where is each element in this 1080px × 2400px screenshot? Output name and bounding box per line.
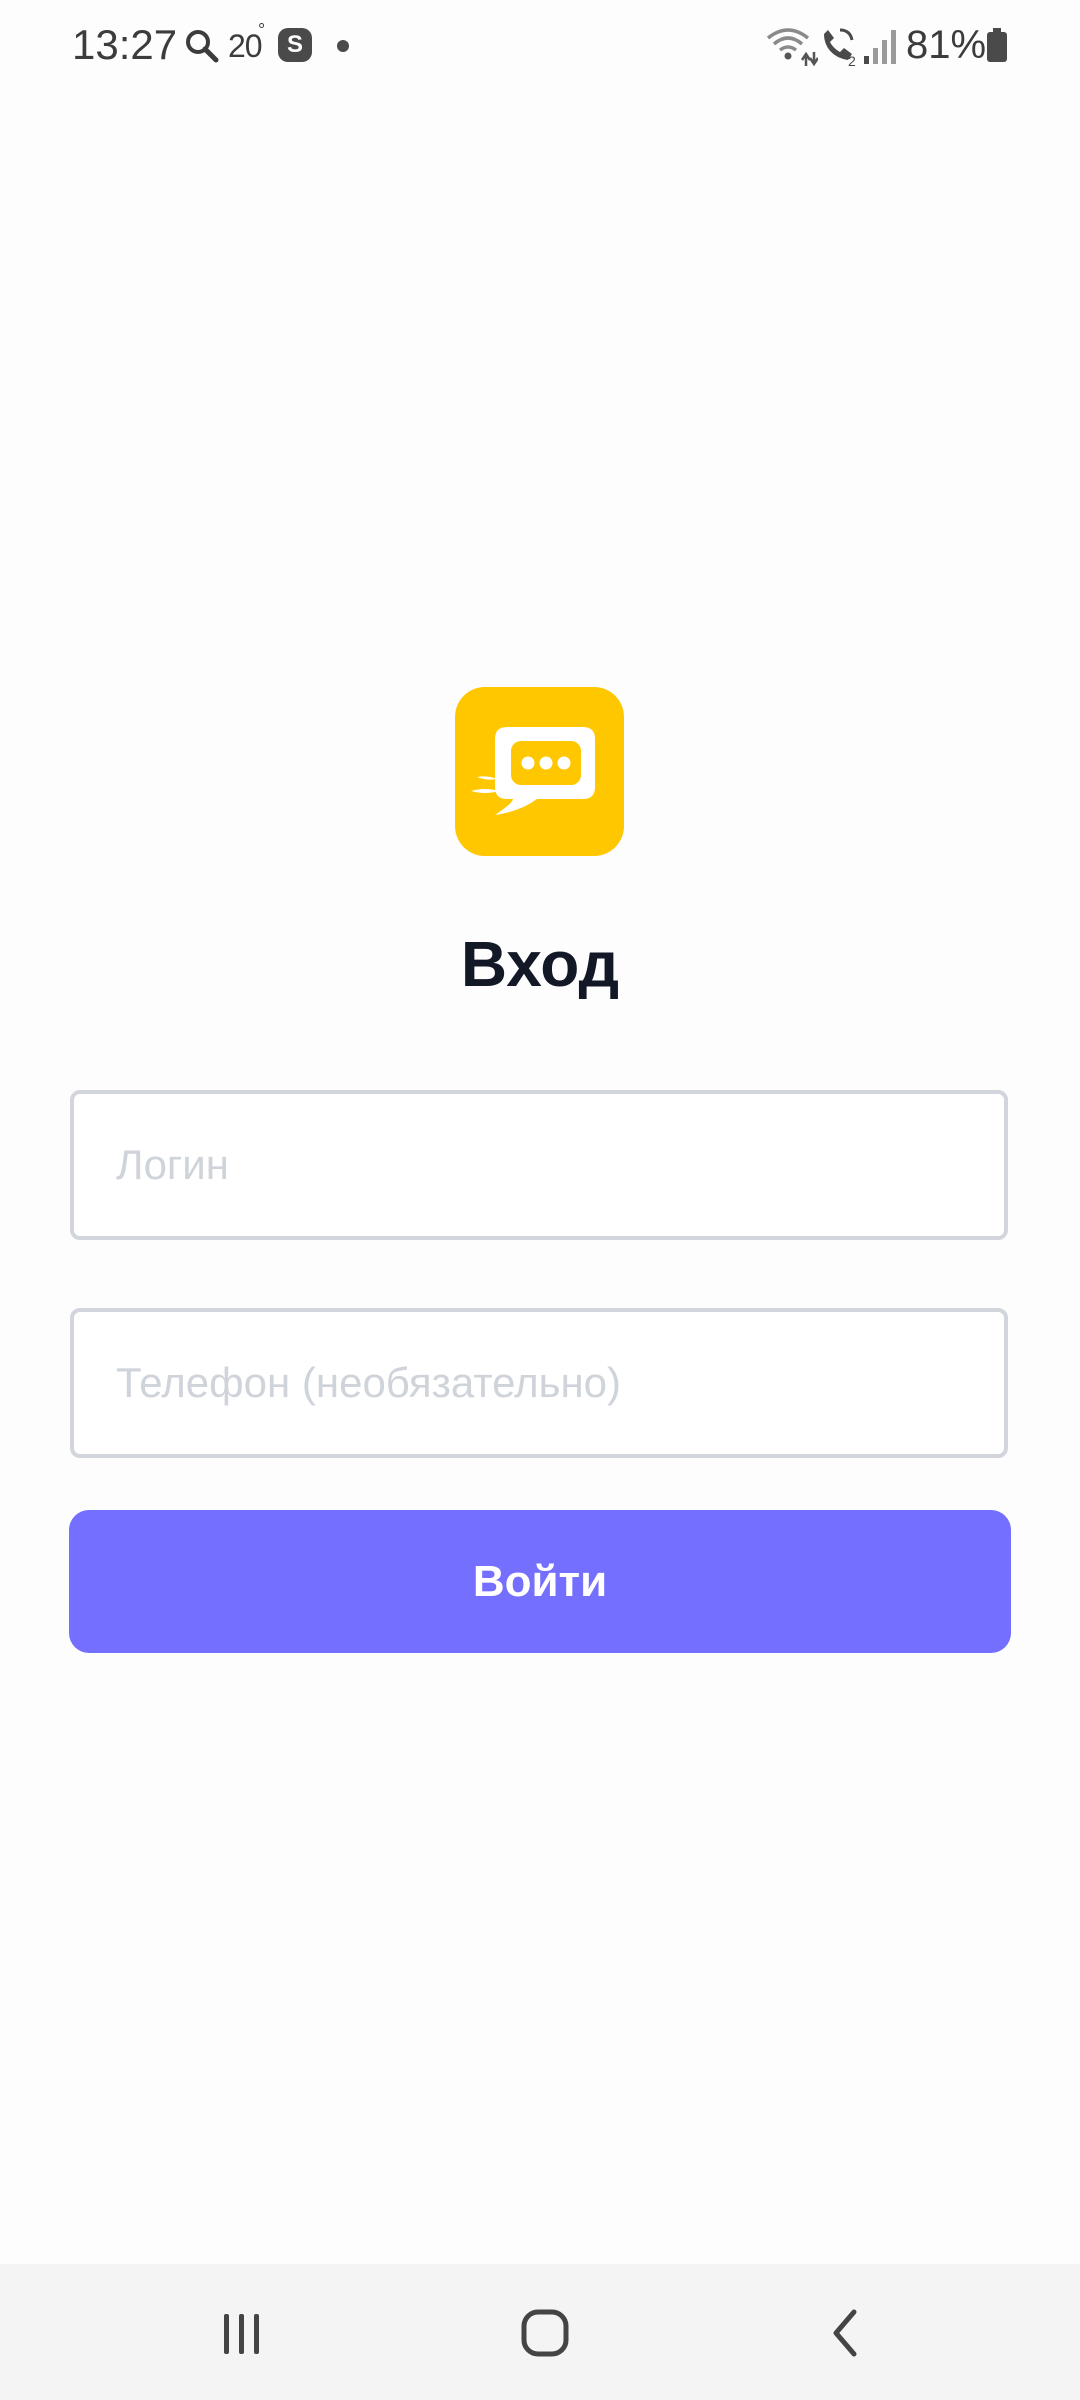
login-input[interactable]: [74, 1094, 1004, 1236]
login-screen: 13:27 20 ° S 2 81% Вход Логин Телефон (н…: [0, 0, 1080, 2400]
back-icon: [833, 2309, 857, 2357]
back-button[interactable]: [786, 2292, 906, 2372]
wifi-call-icon: 2: [818, 24, 860, 69]
home-icon: [521, 2309, 569, 2357]
status-bar: 13:27 20 ° S 2 81%: [0, 0, 1080, 90]
search-icon: [182, 26, 222, 66]
app-logo: [455, 687, 624, 856]
signal-icon: [862, 26, 898, 66]
status-time: 13:27: [72, 21, 178, 68]
wifi-icon: [764, 24, 820, 68]
recent-apps-icon: [224, 2314, 259, 2354]
login-button[interactable]: Войти: [69, 1510, 1011, 1653]
phone-input[interactable]: [74, 1312, 1004, 1454]
dot-icon: [337, 40, 349, 52]
battery-percent: 81%: [906, 23, 987, 67]
svg-text:2: 2: [848, 53, 856, 68]
temperature-unit: °: [258, 20, 266, 40]
recent-apps-button[interactable]: [182, 2292, 302, 2372]
phone-field-container: [70, 1308, 1008, 1458]
temperature-value: 20: [228, 28, 263, 64]
home-button[interactable]: [484, 2292, 604, 2372]
battery-icon: [986, 28, 1008, 62]
s-app-icon: S: [278, 28, 312, 62]
page-title: Вход: [460, 928, 620, 1000]
login-field-container: [70, 1090, 1008, 1240]
chat-bubble-icon: [471, 727, 595, 815]
navigation-bar: [0, 2264, 1080, 2400]
